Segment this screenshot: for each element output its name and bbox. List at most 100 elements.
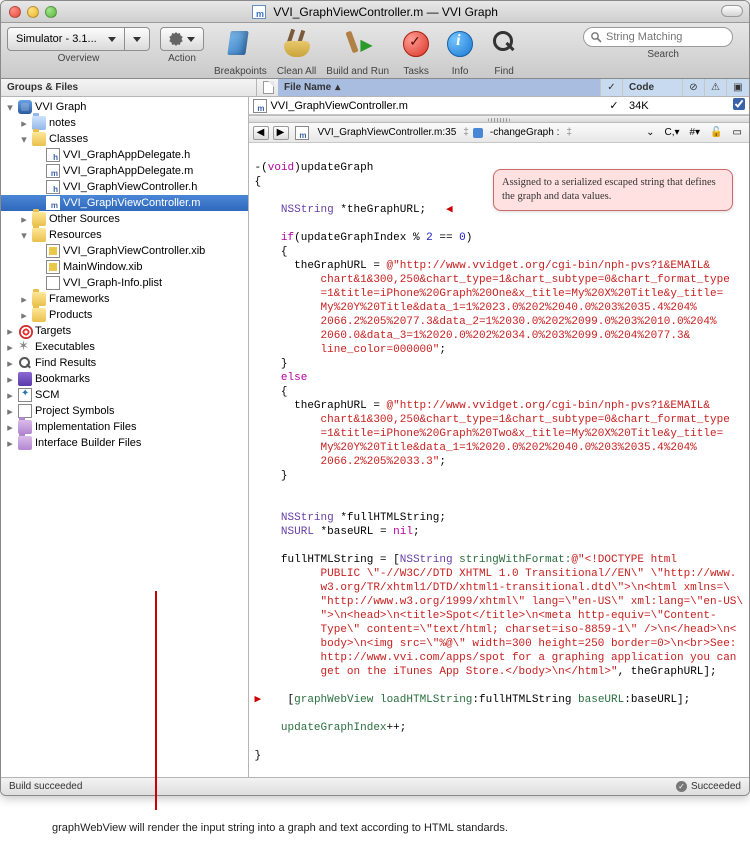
tree-row[interactable]: ▸Bookmarks [1,371,248,387]
code-editor[interactable]: -(void)updateGraph { NSString *theGraphU… [249,143,749,777]
tree-row[interactable]: VVI_GraphViewController.h [1,179,248,195]
nav-menu1[interactable]: ⌄ [643,127,657,138]
disclosure-triangle-icon[interactable]: ▸ [5,437,15,450]
tree-row-label: VVI_GraphAppDelegate.h [63,149,190,161]
breakpoints-button[interactable] [223,27,257,61]
tree-row[interactable]: ▸ Targets [1,323,248,339]
tree-row[interactable]: MainWindow.xib [1,259,248,275]
find-label: Find [487,66,521,77]
tree-row-label: Classes [49,133,88,145]
overview-next-button[interactable] [125,27,150,51]
hdr-icon [46,180,60,194]
tree-row-label: Targets [35,325,71,337]
xib-icon [46,260,60,274]
tree-row[interactable]: ▸ Project Symbols [1,403,248,419]
disclosure-triangle-icon[interactable]: ▸ [5,421,15,434]
file-row-name: VVI_GraphViewController.m [271,100,603,112]
disclosure-triangle-icon[interactable]: ▸ [5,405,15,418]
tree-row-label: Interface Builder Files [35,437,141,449]
status-left: Build succeeded [9,781,82,792]
target-membership-header[interactable]: ▣ [727,79,749,96]
purplef-icon [18,420,32,434]
tree-row[interactable]: ▾ Classes [1,131,248,147]
filename-header[interactable]: File Name ▴ [278,79,601,96]
search-label: Search [647,49,679,60]
buildrun-button[interactable] [341,27,375,61]
errors-header[interactable]: ⊘ [683,79,705,96]
file-row-check: ✓ [603,99,625,112]
overview-label: Overview [7,53,150,64]
tree-row[interactable]: ▸Find Results [1,355,248,371]
success-icon: ✓ [676,781,687,792]
tree-row[interactable]: VVI_GraphViewController.xib [1,243,248,259]
tree-row[interactable]: ▸ Interface Builder Files [1,435,248,451]
project-tree: ▾VVI Graph▸notes▾ClassesVVI_GraphAppDele… [1,97,248,453]
tree-row-label: Frameworks [49,293,110,305]
nav-lock-icon[interactable]: 🔓 [707,127,725,138]
document-icon [252,5,266,19]
overview-popup[interactable]: Simulator - 3.1... [7,27,125,51]
cleanall-group: Clean All [277,27,316,77]
tree-row[interactable]: VVI_GraphAppDelegate.m [1,163,248,179]
disclosure-triangle-icon[interactable]: ▸ [5,373,15,386]
checkheader[interactable]: ✓ [601,79,623,96]
file-list-row[interactable]: VVI_GraphViewController.m ✓ 34K [249,97,749,115]
book-icon [18,372,32,386]
groups-files-sidebar[interactable]: ▾VVI Graph▸notes▾ClassesVVI_GraphAppDele… [1,97,249,777]
chevron-down-icon [187,37,195,42]
tasks-group: Tasks [399,27,433,77]
overview-group: Simulator - 3.1... Overview [7,27,150,64]
search-input[interactable] [583,27,733,47]
tree-row[interactable]: ▸SCM [1,387,248,403]
tree-row-label: Project Symbols [35,405,114,417]
toolbar-toggle-button[interactable] [721,5,743,17]
code-header[interactable]: Code [623,79,683,96]
tree-row[interactable]: ▸Executables [1,339,248,355]
tree-row[interactable]: ▸Implementation Files [1,419,248,435]
mag-icon [18,356,32,370]
find-button[interactable] [487,27,521,61]
sym-icon [18,404,32,418]
nav-back-button[interactable]: ◀ [253,126,269,140]
disclosure-triangle-icon[interactable]: ▾ [19,133,29,146]
file-row-target [729,98,749,113]
nav-counterpart[interactable]: C,▾ [661,127,682,138]
cleanall-button[interactable] [280,27,314,61]
status-right: Succeeded [691,781,741,792]
nav-split-icon[interactable]: ▭ [730,127,745,138]
chevron-down-icon [108,37,116,42]
tree-row-label: VVI_Graph-Info.plist [63,277,162,289]
tree-row[interactable]: ▸Products [1,307,248,323]
nav-fwd-button[interactable]: ▶ [273,126,289,140]
disclosure-triangle-icon[interactable]: ▸ [5,357,15,370]
disclosure-triangle-icon[interactable]: ▾ [19,229,29,242]
disclosure-triangle-icon[interactable]: ▸ [5,341,15,354]
editor-nav: ◀ ▶ VVI_GraphViewController.m:35 ‡ -chan… [249,123,749,143]
disclosure-triangle-icon[interactable]: ▸ [19,213,29,226]
chevron-down-icon [133,37,141,42]
tree-row[interactable]: ▾Resources [1,227,248,243]
target-membership-checkbox[interactable] [733,98,745,110]
horizontal-splitter[interactable] [249,115,749,123]
disclosure-triangle-icon[interactable]: ▸ [19,293,29,306]
disclosure-triangle-icon[interactable]: ▸ [5,389,15,402]
nav-file-label[interactable]: VVI_GraphViewController.m:35 [315,127,460,138]
warnings-header[interactable]: ⚠ [705,79,727,96]
column-header: Groups & Files File Name ▴ ✓ Code ⊘ ⚠ ▣ [1,79,749,97]
disclosure-triangle-icon[interactable]: ▸ [19,117,29,130]
tree-row[interactable]: VVI_GraphAppDelegate.h [1,147,248,163]
tasks-button[interactable] [399,27,433,61]
tree-row-label: VVI_GraphAppDelegate.m [63,165,193,177]
nav-menu2[interactable]: #▾ [687,127,704,138]
info-button[interactable] [443,27,477,61]
groups-files-header[interactable]: Groups & Files [1,79,257,96]
action-button[interactable] [160,27,204,51]
disclosure-triangle-icon[interactable]: ▸ [5,325,15,338]
tasks-label: Tasks [399,66,433,77]
nav-method-label[interactable]: -changeGraph : [487,127,563,138]
disclosure-triangle-icon[interactable]: ▾ [5,101,15,114]
xib-icon [46,244,60,258]
disclosure-triangle-icon[interactable]: ▸ [19,309,29,322]
info-label: Info [443,66,477,77]
target-icon [18,324,32,338]
